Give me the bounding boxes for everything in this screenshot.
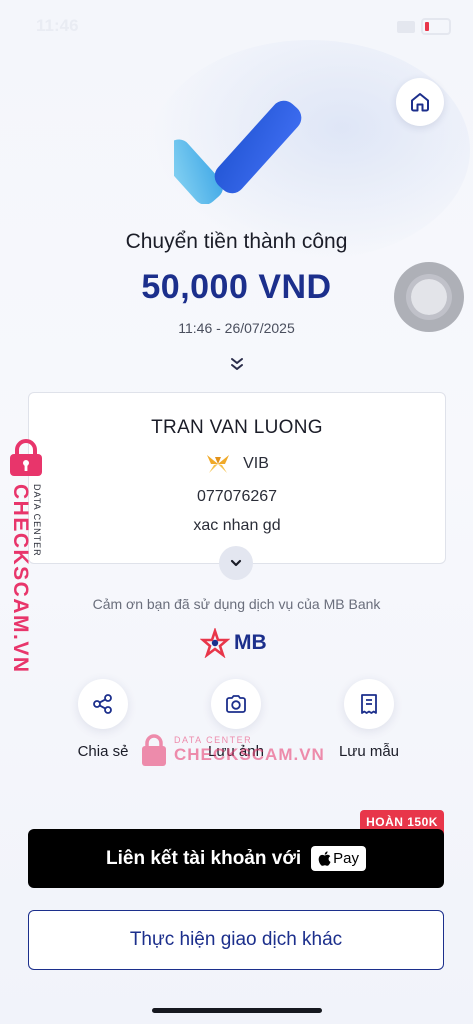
watermark-sub-vertical: DATA CENTER: [32, 484, 42, 557]
camera-icon: [226, 695, 246, 713]
watermark-center-sub: DATA CENTER: [174, 735, 253, 745]
save-template-action[interactable]: Lưu mẫu: [314, 679, 424, 760]
mb-bank-logo: MB: [200, 628, 267, 658]
receipt-icon: [361, 694, 377, 714]
watermark-center-lock-icon: [142, 734, 166, 766]
recipient-card: TRAN VAN LUONG VIB 077076267 xac nhan gd: [28, 392, 446, 564]
other-transaction-label: Thực hiện giao dịch khác: [129, 929, 343, 950]
mb-logo-text: MB: [234, 631, 267, 654]
watermark-center-text: DATA CENTER CHECKSCAM.VN: [174, 735, 325, 765]
expand-details-button[interactable]: [219, 546, 253, 580]
status-icons: [397, 18, 451, 35]
watermark-center-brand: CHECKSCAM.VN: [174, 745, 325, 764]
account-number: 077076267: [196, 488, 278, 505]
share-icon: [93, 694, 112, 714]
success-check-icon: [174, 100, 302, 204]
other-transaction-button[interactable]: Thực hiện giao dịch khác: [28, 910, 444, 970]
save-image-button[interactable]: [211, 679, 261, 729]
link-apple-pay-button[interactable]: Liên kết tài khoản với Pay: [28, 829, 444, 888]
home-indicator[interactable]: [152, 1008, 322, 1013]
status-time: 11:46: [36, 16, 79, 35]
apple-pay-text: Pay: [333, 850, 359, 867]
link-apple-pay-label: Liên kết tài khoản với: [106, 847, 302, 869]
save-template-button[interactable]: [344, 679, 394, 729]
watermark-side: CHECKSCAM.VN DATA CENTER: [4, 438, 52, 674]
share-button[interactable]: [78, 679, 128, 729]
transfer-datetime: 11:46 - 26/07/2025: [178, 320, 295, 336]
battery-icon: [421, 18, 451, 35]
bank-row: VIB: [29, 453, 445, 475]
vib-logo-icon: [207, 455, 230, 473]
transfer-note: xac nhan gd: [193, 517, 281, 534]
watermark-lock-icon: [10, 439, 42, 476]
thanks-message: Cảm ơn bạn đã sử dụng dịch vụ của MB Ban…: [92, 596, 381, 612]
status-bar: 11:46: [0, 0, 473, 48]
mb-star-icon: [200, 628, 230, 658]
home-button[interactable]: [396, 78, 444, 126]
apple-pay-badge: Pay: [311, 846, 366, 871]
success-title: Chuyển tiền thành công: [125, 230, 348, 253]
save-template-label: Lưu mẫu: [338, 743, 400, 760]
chevron-down-icon: [230, 559, 242, 567]
home-icon: [411, 93, 429, 112]
assistive-touch-inner: [411, 279, 447, 315]
watermark-brand-vertical: CHECKSCAM.VN: [9, 484, 32, 674]
signal-icon: [397, 20, 415, 33]
apple-logo-icon: [318, 851, 331, 866]
assistive-touch-button[interactable]: [394, 262, 464, 332]
bank-name: VIB: [243, 455, 269, 472]
recipient-name: TRAN VAN LUONG: [151, 417, 323, 438]
watermark-center: DATA CENTER CHECKSCAM.VN: [140, 733, 325, 767]
double-chevron-down-icon[interactable]: [228, 355, 246, 373]
